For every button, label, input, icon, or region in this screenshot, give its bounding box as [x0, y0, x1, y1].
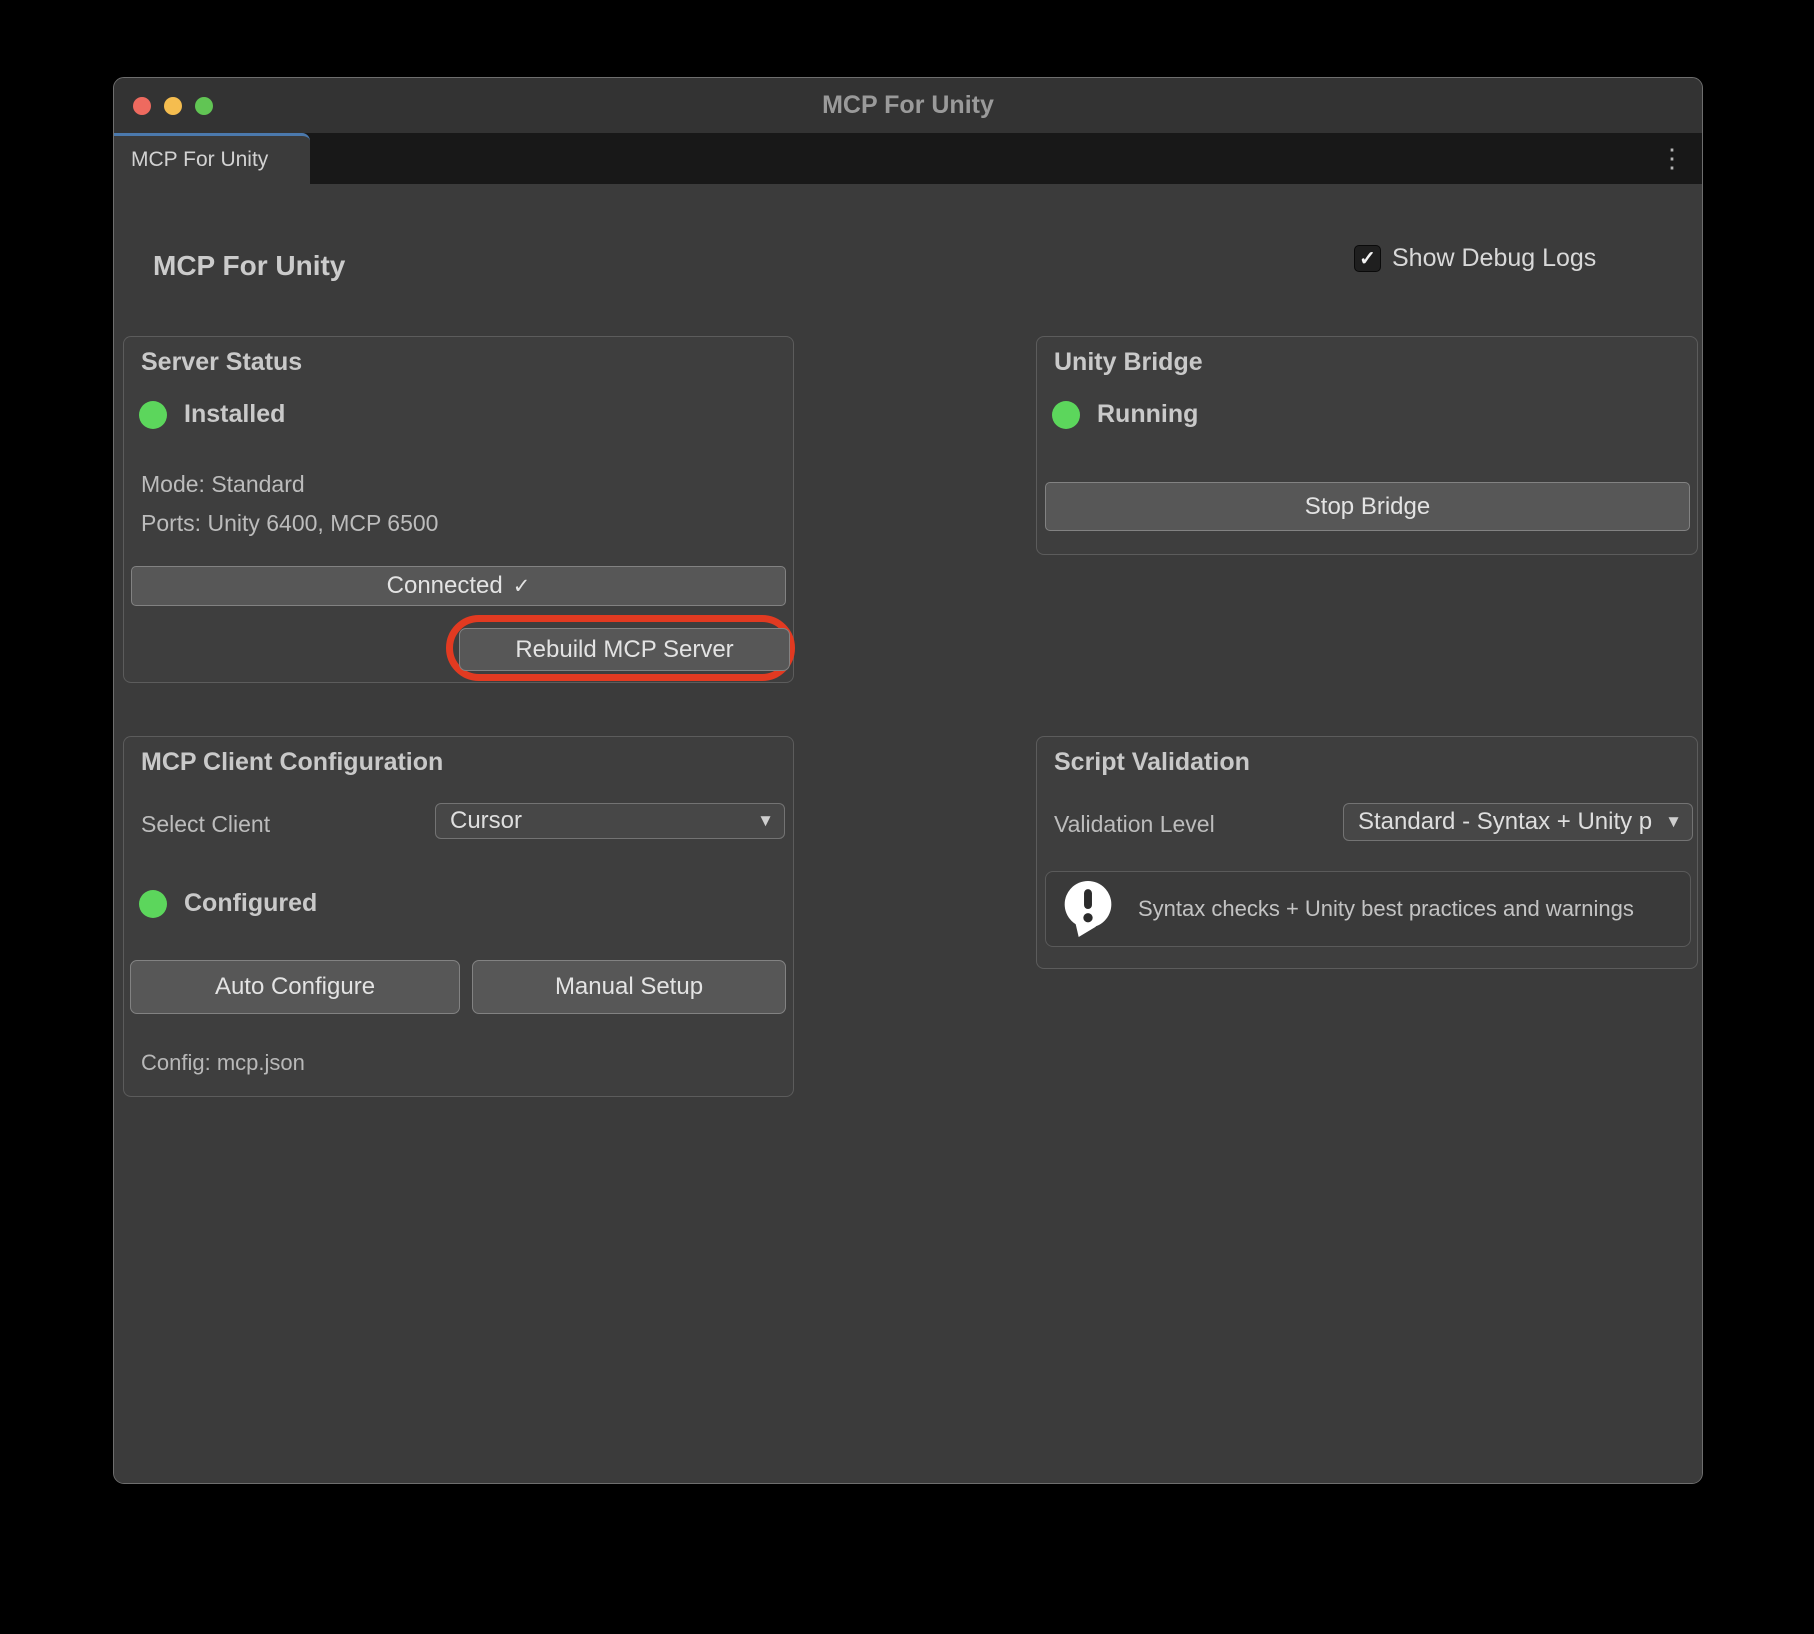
status-dot-icon	[1052, 401, 1080, 429]
connected-button[interactable]: Connected ✓	[131, 566, 786, 606]
select-client-label: Select Client	[141, 811, 270, 838]
script-validation-panel: Script Validation Validation Level Stand…	[1036, 736, 1698, 969]
bridge-status-value: Running	[1097, 400, 1198, 429]
config-path-text: Config: mcp.json	[141, 1050, 305, 1076]
page-title: MCP For Unity	[153, 250, 345, 282]
rebuild-button-label: Rebuild MCP Server	[515, 636, 733, 664]
kebab-menu-icon[interactable]: ⋮	[1658, 133, 1686, 184]
client-selected-value: Cursor	[450, 807, 770, 835]
content-area: MCP For Unity ✓ Show Debug Logs Server S…	[114, 184, 1702, 1484]
zoom-window-button[interactable]	[195, 97, 213, 115]
close-window-button[interactable]	[133, 97, 151, 115]
config-status-row: Configured	[139, 889, 317, 918]
auto-configure-label: Auto Configure	[215, 973, 375, 1001]
status-dot-icon	[139, 890, 167, 918]
tab-label: MCP For Unity	[131, 148, 268, 172]
mcp-for-unity-window: MCP For Unity MCP For Unity ⋮ MCP For Un…	[113, 77, 1703, 1484]
chevron-down-icon: ▼	[1661, 812, 1682, 832]
server-ports-text: Ports: Unity 6400, MCP 6500	[141, 510, 438, 537]
validation-level-label: Validation Level	[1054, 811, 1215, 838]
check-icon: ✓	[513, 574, 531, 599]
rebuild-mcp-server-button[interactable]: Rebuild MCP Server	[459, 628, 790, 671]
window-controls	[133, 78, 213, 133]
validation-selected-value: Standard - Syntax + Unity p	[1358, 808, 1678, 836]
unity-bridge-title: Unity Bridge	[1054, 348, 1203, 377]
debug-logs-checkbox[interactable]: ✓	[1354, 245, 1381, 272]
client-select-dropdown[interactable]: Cursor ▼	[435, 803, 785, 839]
title-bar: MCP For Unity	[114, 78, 1702, 133]
stop-bridge-button[interactable]: Stop Bridge	[1045, 482, 1690, 531]
debug-logs-label: Show Debug Logs	[1392, 244, 1596, 273]
server-status-value: Installed	[184, 400, 285, 429]
server-status-title: Server Status	[141, 348, 302, 377]
validation-info-box: Syntax checks + Unity best practices and…	[1045, 871, 1691, 947]
manual-setup-label: Manual Setup	[555, 973, 703, 1001]
manual-setup-button[interactable]: Manual Setup	[472, 960, 786, 1014]
script-validation-title: Script Validation	[1054, 748, 1250, 777]
status-dot-icon	[139, 401, 167, 429]
stop-bridge-label: Stop Bridge	[1305, 493, 1430, 521]
server-status-panel: Server Status Installed Mode: Standard P…	[123, 336, 794, 683]
window-title: MCP For Unity	[114, 91, 1702, 120]
bridge-status-row: Running	[1052, 400, 1198, 429]
server-status-row: Installed	[139, 400, 285, 429]
mcp-client-configuration-panel: MCP Client Configuration Select Client C…	[123, 736, 794, 1097]
connected-button-label: Connected	[387, 572, 503, 600]
server-mode-text: Mode: Standard	[141, 471, 305, 498]
show-debug-logs-toggle[interactable]: ✓ Show Debug Logs	[1354, 244, 1596, 273]
minimize-window-button[interactable]	[164, 97, 182, 115]
tab-strip: MCP For Unity ⋮	[114, 133, 1702, 184]
chevron-down-icon: ▼	[753, 811, 774, 831]
config-status-value: Configured	[184, 889, 317, 918]
validation-info-text: Syntax checks + Unity best practices and…	[1138, 896, 1634, 922]
validation-level-dropdown[interactable]: Standard - Syntax + Unity p ▼	[1343, 803, 1693, 841]
client-config-title: MCP Client Configuration	[141, 748, 443, 777]
info-bubble-icon	[1060, 878, 1116, 940]
unity-bridge-panel: Unity Bridge Running Stop Bridge	[1036, 336, 1698, 555]
tab-mcp-for-unity[interactable]: MCP For Unity	[114, 133, 310, 184]
auto-configure-button[interactable]: Auto Configure	[130, 960, 460, 1014]
